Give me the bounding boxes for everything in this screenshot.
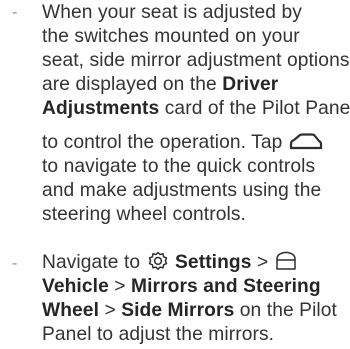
text-line: to navigate to the quick controls [42, 156, 316, 177]
text-line: Navigate to Settings > [42, 251, 298, 275]
ui-term-driver: Driver [222, 74, 279, 95]
text-line: Panel to adjust the mirrors. [42, 324, 275, 345]
ui-term-vehicle: Vehicle [42, 276, 109, 297]
ui-term-side-mirrors: Side Mirrors [121, 300, 235, 321]
vehicle-icon [274, 251, 298, 271]
bullet-dash: - [12, 4, 18, 21]
settings-gear-icon [146, 251, 170, 271]
car-quick-controls-icon [288, 133, 324, 151]
bullet-dash: - [12, 255, 18, 272]
text-line: to control the operation. Tap [42, 131, 324, 155]
ui-term-wheel: Wheel [42, 300, 100, 321]
text-line: the switches mounted on your [42, 26, 300, 47]
text-line: Wheel > Side Mirrors on the Pilot [42, 300, 337, 321]
ui-term-mirrors-and-steering: Mirrors and Steering [131, 276, 321, 297]
ui-term-settings: Settings [175, 252, 252, 273]
text-line: are displayed on the Driver [42, 74, 279, 95]
ui-term-adjustments: Adjustments [42, 98, 160, 119]
text-line: and make adjustments using the [42, 180, 322, 201]
text-line: Vehicle > Mirrors and Steering [42, 276, 321, 297]
text-line: Adjustments card of the Pilot Panel [42, 98, 350, 119]
text-line: seat, side mirror adjustment options [42, 50, 350, 71]
text-line: steering wheel controls. [42, 204, 246, 225]
document-page: - When your seat is adjusted by the swit… [0, 0, 350, 349]
text-line: When your seat is adjusted by [42, 2, 302, 23]
